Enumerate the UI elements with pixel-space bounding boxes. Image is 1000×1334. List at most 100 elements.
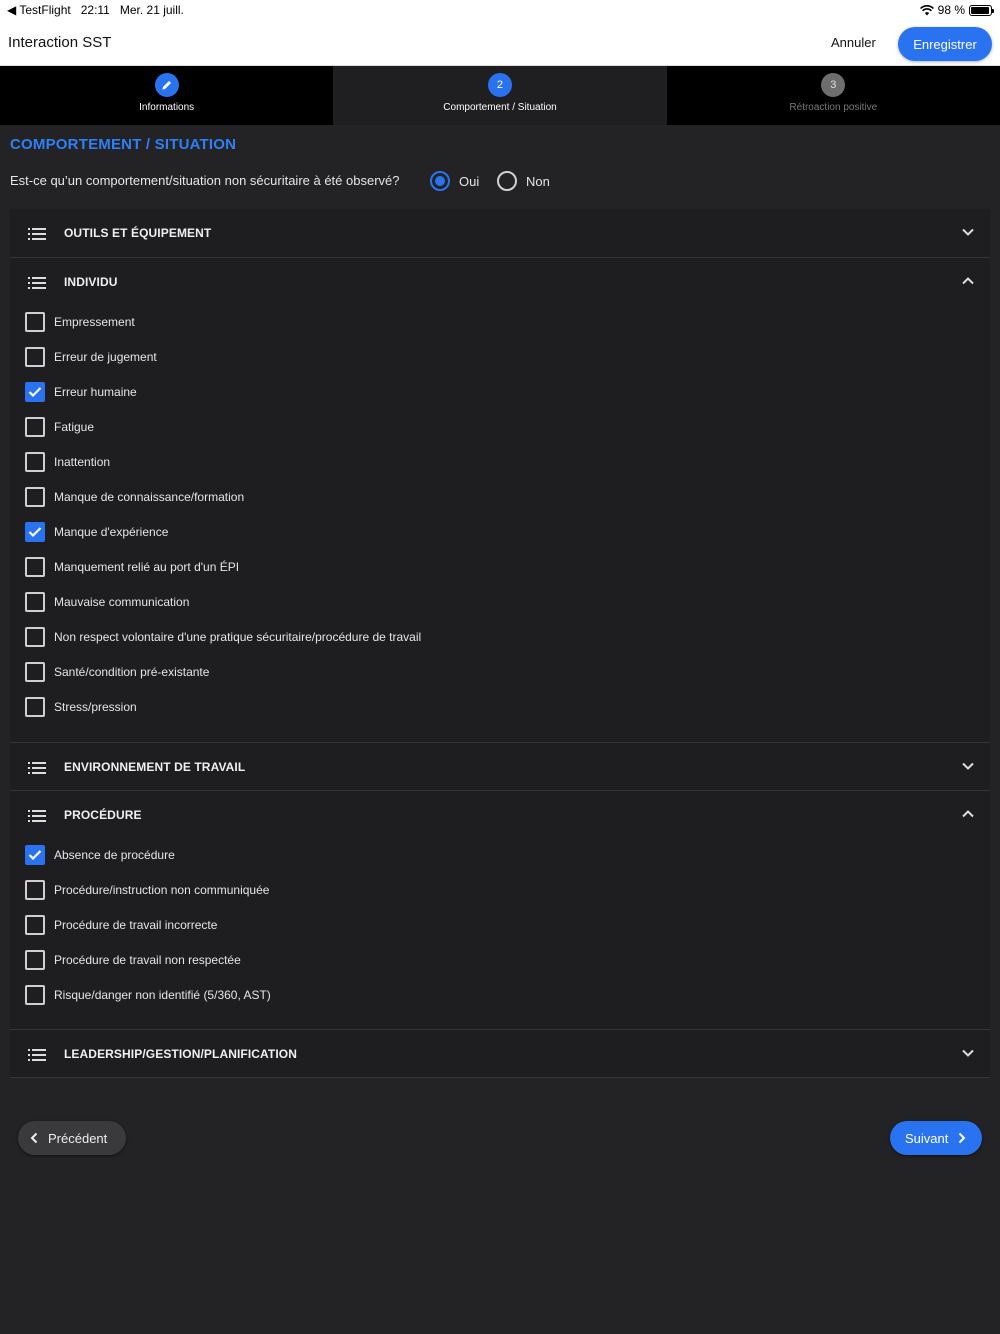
question-text: Est-ce qu’un comportement/situation non … xyxy=(10,173,400,188)
list-item[interactable]: Empressement xyxy=(25,312,135,332)
panel-procedure: PROCÉDURE Absence de procédure Procédure… xyxy=(10,791,990,1030)
checkbox-label: Non respect volontaire d'une pratique sé… xyxy=(54,630,422,644)
checkbox-label: Erreur de jugement xyxy=(54,350,157,364)
chevron-down-icon[interactable] xyxy=(961,227,975,237)
pencil-icon xyxy=(154,73,179,97)
panel-title: OUTILS ET ÉQUIPEMENT xyxy=(64,226,212,240)
checkbox[interactable] xyxy=(25,880,45,900)
step-retroaction[interactable]: 3 Rétroaction positive xyxy=(667,66,1000,125)
panel-header[interactable]: ENVIRONNEMENT DE TRAVAIL xyxy=(10,743,990,791)
checkbox-label: Manquement relié au port d'un ÉPI xyxy=(54,560,240,574)
step-comportement[interactable]: 2 Comportement / Situation xyxy=(333,66,667,125)
checkbox-label: Inattention xyxy=(54,455,111,469)
section-title: COMPORTEMENT / SITUATION xyxy=(10,136,237,153)
checkbox[interactable] xyxy=(25,845,45,865)
checkbox-label: Manque de connaissance/formation xyxy=(54,490,245,504)
list-item[interactable]: Erreur de jugement xyxy=(25,347,157,367)
chevron-left-icon xyxy=(30,1132,38,1144)
chevron-right-icon xyxy=(959,1132,966,1144)
step-number: 2 xyxy=(487,73,512,97)
cancel-button[interactable]: Annuler xyxy=(831,35,876,50)
panel-header[interactable]: LEADERSHIP/GESTION/PLANIFICATION xyxy=(10,1030,990,1078)
list-item[interactable]: Procédure de travail incorrecte xyxy=(25,915,217,935)
radio-oui[interactable]: Oui xyxy=(430,171,479,191)
panel-header[interactable]: PROCÉDURE xyxy=(10,791,990,839)
battery-icon xyxy=(969,4,994,16)
checkmark-icon xyxy=(28,527,42,538)
panel-title: ENVIRONNEMENT DE TRAVAIL xyxy=(64,760,246,774)
panel-individu: INDIVIDU Empressement Erreur de jugement… xyxy=(10,258,990,743)
checkbox-label: Stress/pression xyxy=(54,700,137,714)
checkbox[interactable] xyxy=(25,347,45,367)
list-item[interactable]: Procédure/instruction non communiquée xyxy=(25,880,269,900)
list-item[interactable]: Mauvaise communication xyxy=(25,592,189,612)
chevron-up-icon[interactable] xyxy=(961,809,975,819)
checkbox[interactable] xyxy=(25,522,45,542)
checkbox[interactable] xyxy=(25,662,45,682)
stepper: Informations 2 Comportement / Situation … xyxy=(0,66,1000,125)
previous-button[interactable]: Précédent xyxy=(18,1121,126,1155)
panel-leadership: LEADERSHIP/GESTION/PLANIFICATION xyxy=(10,1030,990,1078)
list-item[interactable]: Fatigue xyxy=(25,417,94,437)
radio-circle[interactable] xyxy=(430,171,450,191)
chevron-down-icon[interactable] xyxy=(961,1048,975,1058)
checkbox-label: Procédure/instruction non communiquée xyxy=(54,883,270,897)
list-icon xyxy=(28,762,46,774)
panel-title: INDIVIDU xyxy=(64,275,118,289)
panel-title: PROCÉDURE xyxy=(64,808,142,822)
panel-environnement: ENVIRONNEMENT DE TRAVAIL xyxy=(10,743,990,791)
chevron-up-icon[interactable] xyxy=(961,276,975,286)
next-label: Suivant xyxy=(905,1130,949,1146)
step-number: 3 xyxy=(821,73,846,97)
list-item[interactable]: Procédure de travail non respectée xyxy=(25,950,241,970)
page-title: Interaction SST xyxy=(8,34,112,51)
checkbox[interactable] xyxy=(25,452,45,472)
radio-non[interactable]: Non xyxy=(497,171,550,191)
checkbox[interactable] xyxy=(25,697,45,717)
list-icon xyxy=(28,1049,46,1061)
list-item[interactable]: Inattention xyxy=(25,452,110,472)
checkbox[interactable] xyxy=(25,985,45,1005)
next-button[interactable]: Suivant xyxy=(890,1121,982,1155)
checkbox[interactable] xyxy=(25,417,45,437)
checkbox[interactable] xyxy=(25,382,45,402)
panel-header[interactable]: INDIVIDU xyxy=(10,258,990,306)
checkbox[interactable] xyxy=(25,950,45,970)
radio-label: Oui xyxy=(459,173,480,189)
panel-header[interactable]: OUTILS ET ÉQUIPEMENT xyxy=(10,209,990,257)
checkbox-label: Manque d'expérience xyxy=(54,525,169,539)
list-item[interactable]: Manquement relié au port d'un ÉPI xyxy=(25,557,239,577)
list-item[interactable]: Erreur humaine xyxy=(25,382,137,402)
list-item[interactable]: Stress/pression xyxy=(25,697,137,717)
checkbox[interactable] xyxy=(25,312,45,332)
checkbox[interactable] xyxy=(25,915,45,935)
list-icon xyxy=(28,810,46,822)
radio-circle[interactable] xyxy=(497,171,517,191)
back-to-app[interactable]: ◀ TestFlight xyxy=(7,3,71,17)
list-item[interactable]: Santé/condition pré-existante xyxy=(25,662,209,682)
save-button[interactable]: Enregistrer xyxy=(898,27,992,61)
step-label: Comportement / Situation xyxy=(443,102,557,113)
checkbox[interactable] xyxy=(25,592,45,612)
checkbox[interactable] xyxy=(25,557,45,577)
checkbox[interactable] xyxy=(25,627,45,647)
previous-label: Précédent xyxy=(48,1130,108,1146)
list-item[interactable]: Absence de procédure xyxy=(25,845,175,865)
chevron-down-icon[interactable] xyxy=(961,761,975,771)
checkbox-label: Mauvaise communication xyxy=(54,595,190,609)
checkbox-label: Absence de procédure xyxy=(54,848,175,862)
list-item[interactable]: Risque/danger non identifié (5/360, AST) xyxy=(25,985,271,1005)
radio-label: Non xyxy=(526,173,550,189)
checkbox-label: Risque/danger non identifié (5/360, AST) xyxy=(54,988,271,1002)
list-item[interactable]: Non respect volontaire d'une pratique sé… xyxy=(25,627,421,647)
wifi-icon xyxy=(919,4,934,15)
status-time: 22:11 xyxy=(80,3,110,17)
list-item[interactable]: Manque d'expérience xyxy=(25,522,168,542)
step-label: Informations xyxy=(139,102,195,113)
checkmark-icon xyxy=(28,387,42,398)
checkbox[interactable] xyxy=(25,487,45,507)
list-icon xyxy=(28,228,46,240)
status-bar: ◀ TestFlight 22:11 Mer. 21 juill. 98 % xyxy=(0,0,1000,20)
list-item[interactable]: Manque de connaissance/formation xyxy=(25,487,244,507)
step-informations[interactable]: Informations xyxy=(0,66,333,125)
